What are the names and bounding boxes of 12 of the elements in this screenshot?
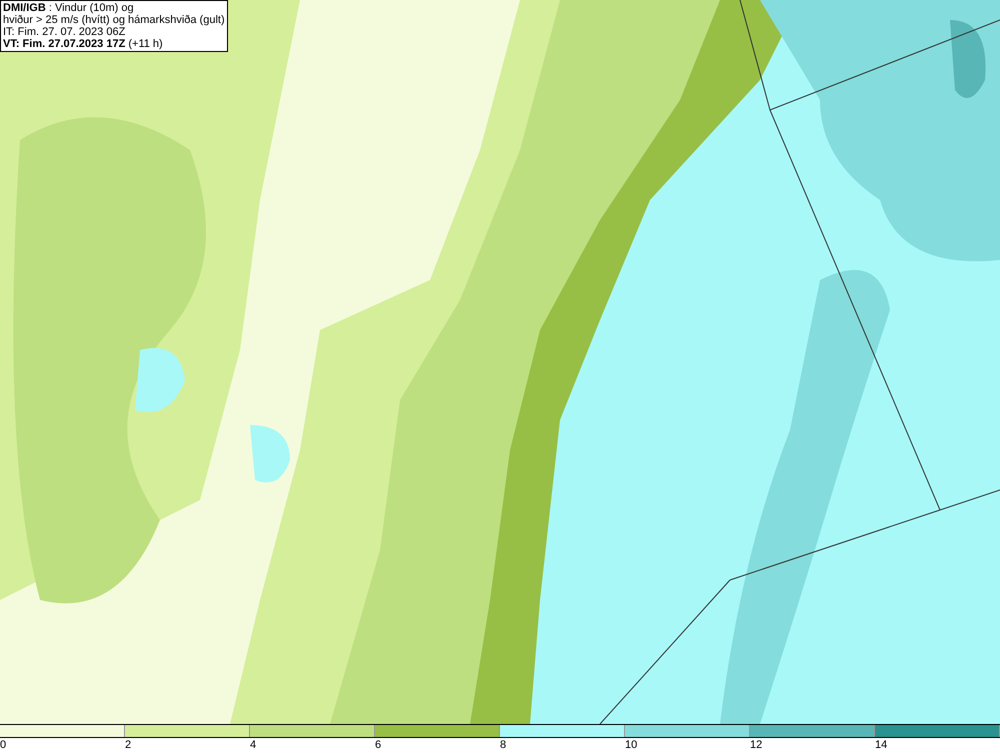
scale-label: 12 xyxy=(750,739,762,751)
scale-label: 10 xyxy=(625,739,638,751)
info-text: IT: Fim. 27. 07. 2023 06Z xyxy=(3,26,126,38)
scale-label: 2 xyxy=(125,739,132,751)
scale-label: 4 xyxy=(250,739,256,751)
info-text: DMI/IGB : Vindur (10m) og xyxy=(3,2,135,14)
scale-label: 6 xyxy=(375,739,382,751)
info-text: VT: Fim. 27.07.2023 17Z (+11 h) xyxy=(3,38,164,50)
scale-label: 0 xyxy=(0,739,6,751)
scale-label: 8 xyxy=(500,739,506,751)
info-text: hviður > 25 m/s (hvítt) og hámarkshviða (gult) xyxy=(3,14,225,26)
scale-label: 14 xyxy=(875,739,888,751)
